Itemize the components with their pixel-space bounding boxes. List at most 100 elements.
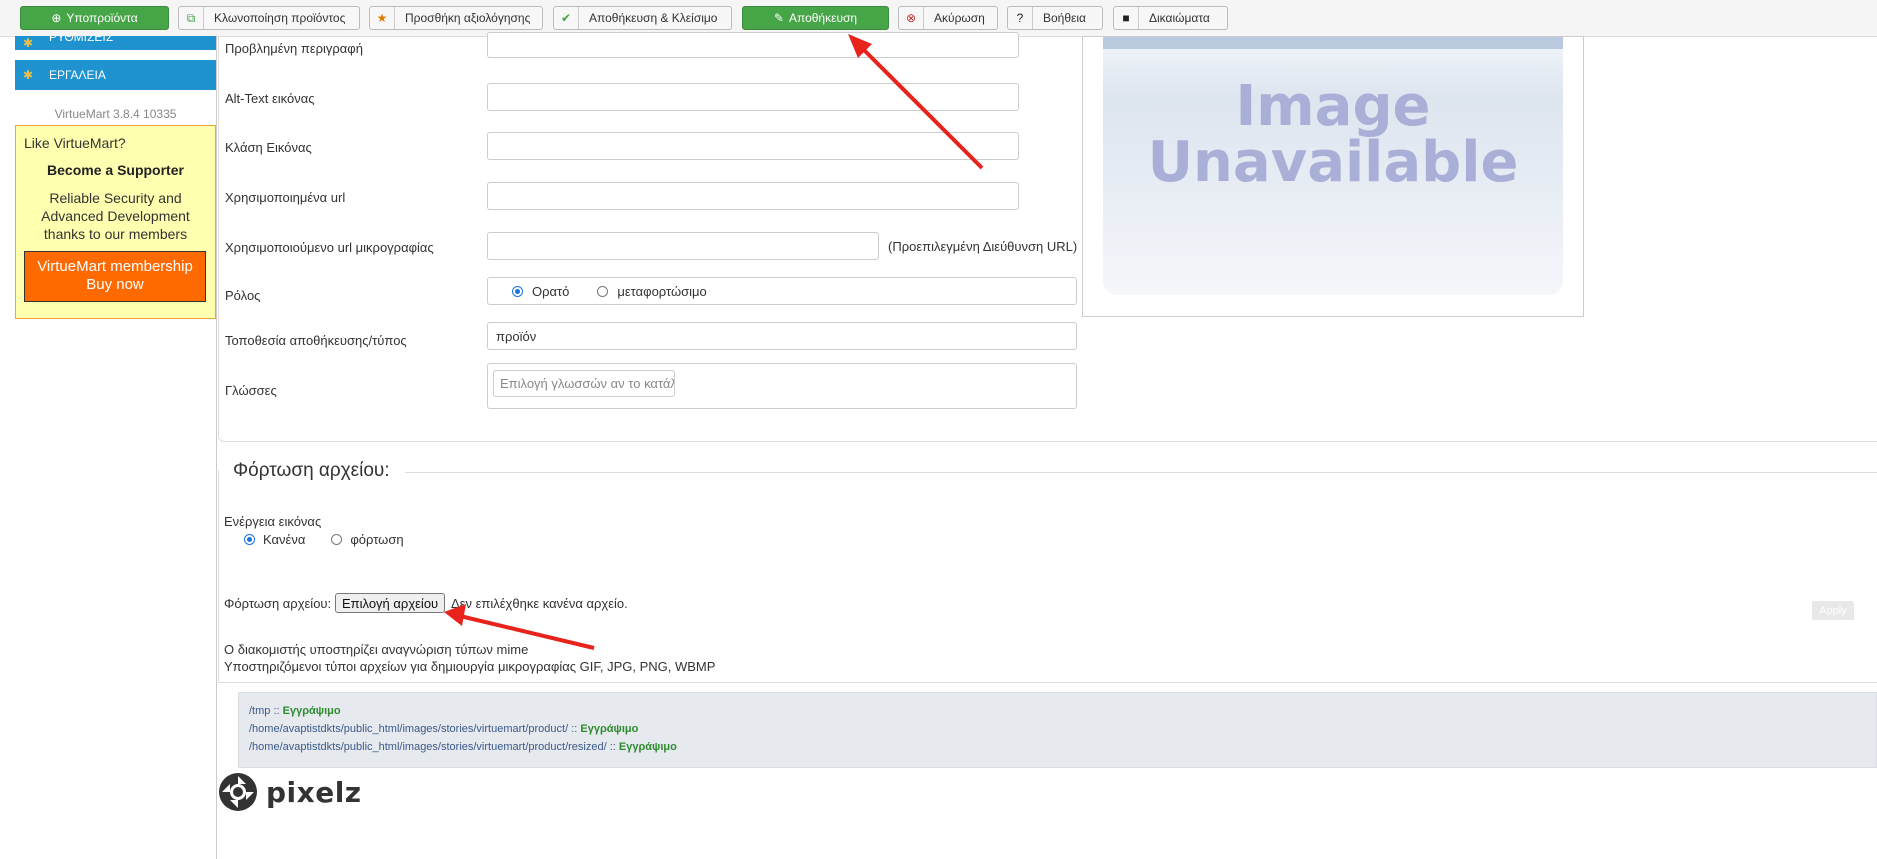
cancel-circle-icon: ⊗ — [899, 7, 924, 29]
writable-status: Εγγράψιμο — [618, 741, 677, 753]
path-text: /tmp — [249, 705, 271, 717]
choose-file-button[interactable]: Επιλογή αρχείου — [335, 593, 446, 613]
thumb-url-hint: (Προεπιλεγμένη Διεύθυνση URL) — [888, 239, 1078, 254]
path-text: /home/avaptistdkts/public_html/images/st… — [249, 723, 569, 735]
save-close-button[interactable]: ✔ Αποθήκευση & Κλείσιμο — [553, 6, 732, 30]
languages-label: Γλώσσες — [225, 383, 277, 398]
action-upload-label: φόρτωση — [350, 532, 404, 547]
image-class-input[interactable] — [487, 132, 1019, 160]
like-text: Like VirtueMart? — [24, 135, 126, 151]
lock-icon: ■ — [1114, 7, 1139, 29]
upload-legend: Φόρτωση αρχείου: — [233, 460, 400, 482]
sub-products-label: Υποπροϊόντα — [66, 11, 138, 25]
permissions-button[interactable]: ■ Δικαιώματα — [1113, 6, 1228, 30]
help-button[interactable]: ? Βοήθεια — [1007, 6, 1103, 30]
alt-text-label: Alt-Text εικόνας — [225, 91, 315, 106]
apply-button[interactable]: Apply — [1812, 601, 1854, 620]
supporter-description: Reliable Security and Advanced Developme… — [16, 189, 215, 243]
plus-circle-icon: ⊕ — [51, 11, 62, 25]
support-line: Reliable Security and — [49, 190, 182, 206]
sidebar-item-label: ΡΥΘΜΙΣΕΙΣ — [49, 36, 114, 44]
image-unavailable-line2: Unavailable — [1147, 130, 1519, 195]
languages-input[interactable]: Επιλογή γλωσσών αν το κατάλ — [493, 370, 675, 397]
role-downloadable-radio[interactable] — [597, 285, 609, 297]
support-line: thanks to our members — [43, 226, 188, 242]
tools-icon: ✱ — [23, 68, 34, 82]
support-line: Advanced Development — [41, 208, 190, 224]
pixelz-mark-icon — [219, 773, 257, 811]
check-icon: ✔ — [554, 7, 579, 29]
edit-icon: ✎ — [773, 11, 784, 25]
sidebar-item-label: ΕΡΓΑΛΕΙΑ — [49, 68, 106, 82]
action-none-label: Κανένα — [263, 532, 306, 547]
writable-status: Εγγράψιμο — [580, 723, 639, 735]
save-label: Αποθήκευση — [788, 11, 858, 25]
no-file-chosen-text: Δεν επιλέχθηκε κανένα αρχείο. — [451, 596, 628, 611]
action-upload-radio[interactable] — [331, 534, 343, 545]
image-preview-frame: Image Unavailable — [1082, 36, 1584, 317]
path-status-line: /tmp :: Εγγράψιμο — [249, 705, 341, 717]
cancel-label: Ακύρωση — [934, 11, 985, 25]
question-circle-icon: ? — [1008, 7, 1033, 29]
supporter-box: Like VirtueMart? Become a Supporter Reli… — [15, 125, 216, 319]
thumb-url-label: Χρησιμοποιούμενο url μικρογραφίας — [225, 240, 434, 255]
writable-paths-box: /tmp :: Εγγράψιμο /home/avaptistdkts/pub… — [238, 692, 1877, 768]
cancel-button[interactable]: ⊗ Ακύρωση — [898, 6, 998, 30]
thumb-url-input[interactable] — [487, 232, 879, 260]
clone-product-label: Κλωνοποίηση προϊόντος — [214, 11, 346, 25]
role-visible-radio[interactable] — [512, 285, 523, 297]
upload-frame-border — [218, 682, 1877, 683]
role-radio-group: Ορατό μεταφορτώσιμο — [487, 277, 1077, 305]
pixelz-logo: pixelz — [218, 772, 362, 812]
membership-label: VirtueMart membership — [37, 258, 193, 275]
save-close-label: Αποθήκευση & Κλείσιμο — [589, 11, 718, 25]
file-upload-label: Φόρτωση αρχείου: — [224, 596, 332, 611]
add-review-button[interactable]: ★ Προσθήκη αξιολόγησης — [369, 6, 543, 30]
role-downloadable-label: μεταφορτώσιμο — [617, 283, 707, 299]
location-value: προϊόν — [496, 328, 537, 344]
used-url-label: Χρησιμοποιημένα url — [225, 190, 346, 205]
copy-icon: ⧉ — [179, 7, 204, 29]
sidebar-item-tools[interactable]: ✱ ΕΡΓΑΛΕΙΑ — [15, 60, 216, 90]
action-none-radio[interactable] — [244, 534, 255, 545]
mime-support-note: Ο διακομιστής υποστηρίζει αναγνώριση τύπ… — [224, 642, 529, 657]
default-description-input[interactable] — [487, 32, 1019, 58]
image-unavailable-placeholder: Image Unavailable — [1103, 37, 1563, 295]
sidebar-item-settings[interactable]: ✱ ΡΥΘΜΙΣΕΙΣ — [15, 36, 216, 50]
add-review-label: Προσθήκη αξιολόγησης — [405, 11, 531, 25]
image-action-label: Ενέργεια εικόνας — [224, 514, 322, 529]
clone-product-button[interactable]: ⧉ Κλωνοποίηση προϊόντος — [178, 6, 360, 30]
image-class-label: Κλάση Εικόνας — [225, 140, 312, 155]
writable-status: Εγγράψιμο — [282, 705, 341, 717]
upload-legend-line — [405, 472, 1877, 473]
path-separator: :: — [609, 741, 616, 753]
image-action-radio-group: Κανένα φόρτωση — [244, 532, 404, 547]
upload-frame-border — [218, 470, 219, 682]
alt-text-input[interactable] — [487, 83, 1019, 111]
buy-now-label: Buy now — [86, 276, 144, 293]
sub-products-button[interactable]: ⊕ Υποπροϊόντα — [20, 6, 169, 30]
default-description-label: Προβλημένη περιγραφή — [225, 41, 363, 56]
star-icon: ★ — [370, 7, 395, 29]
path-status-line: /home/avaptistdkts/public_html/images/st… — [249, 723, 638, 735]
help-label: Βοήθεια — [1043, 11, 1086, 25]
path-separator: :: — [571, 723, 578, 735]
path-text: /home/avaptistdkts/public_html/images/st… — [249, 741, 607, 753]
version-label: VirtueMart 3.8.4 10335 — [54, 107, 177, 121]
sidebar-divider — [216, 36, 217, 859]
used-url-input[interactable] — [487, 182, 1019, 210]
location-select[interactable]: προϊόν — [487, 322, 1077, 350]
membership-button[interactable]: VirtueMart membership Buy now — [24, 251, 206, 302]
location-label: Τοποθεσία αποθήκευσης/τύπος — [225, 333, 407, 348]
settings-icon: ✱ — [23, 36, 34, 50]
role-label: Ρόλος — [225, 288, 261, 303]
permissions-label: Δικαιώματα — [1149, 11, 1210, 25]
become-supporter-text: Become a Supporter — [47, 162, 184, 178]
path-status-line: /home/avaptistdkts/public_html/images/st… — [249, 741, 677, 753]
role-visible-label: Ορατό — [532, 283, 570, 299]
save-button[interactable]: ✎ Αποθήκευση — [742, 6, 889, 30]
thumbnail-types-note: Υποστηριζόμενοι τύποι αρχείων για δημιου… — [224, 659, 716, 674]
image-unavailable-line1: Image — [1235, 74, 1431, 139]
path-separator: :: — [273, 705, 280, 717]
pixelz-wordmark: pixelz — [266, 775, 362, 809]
